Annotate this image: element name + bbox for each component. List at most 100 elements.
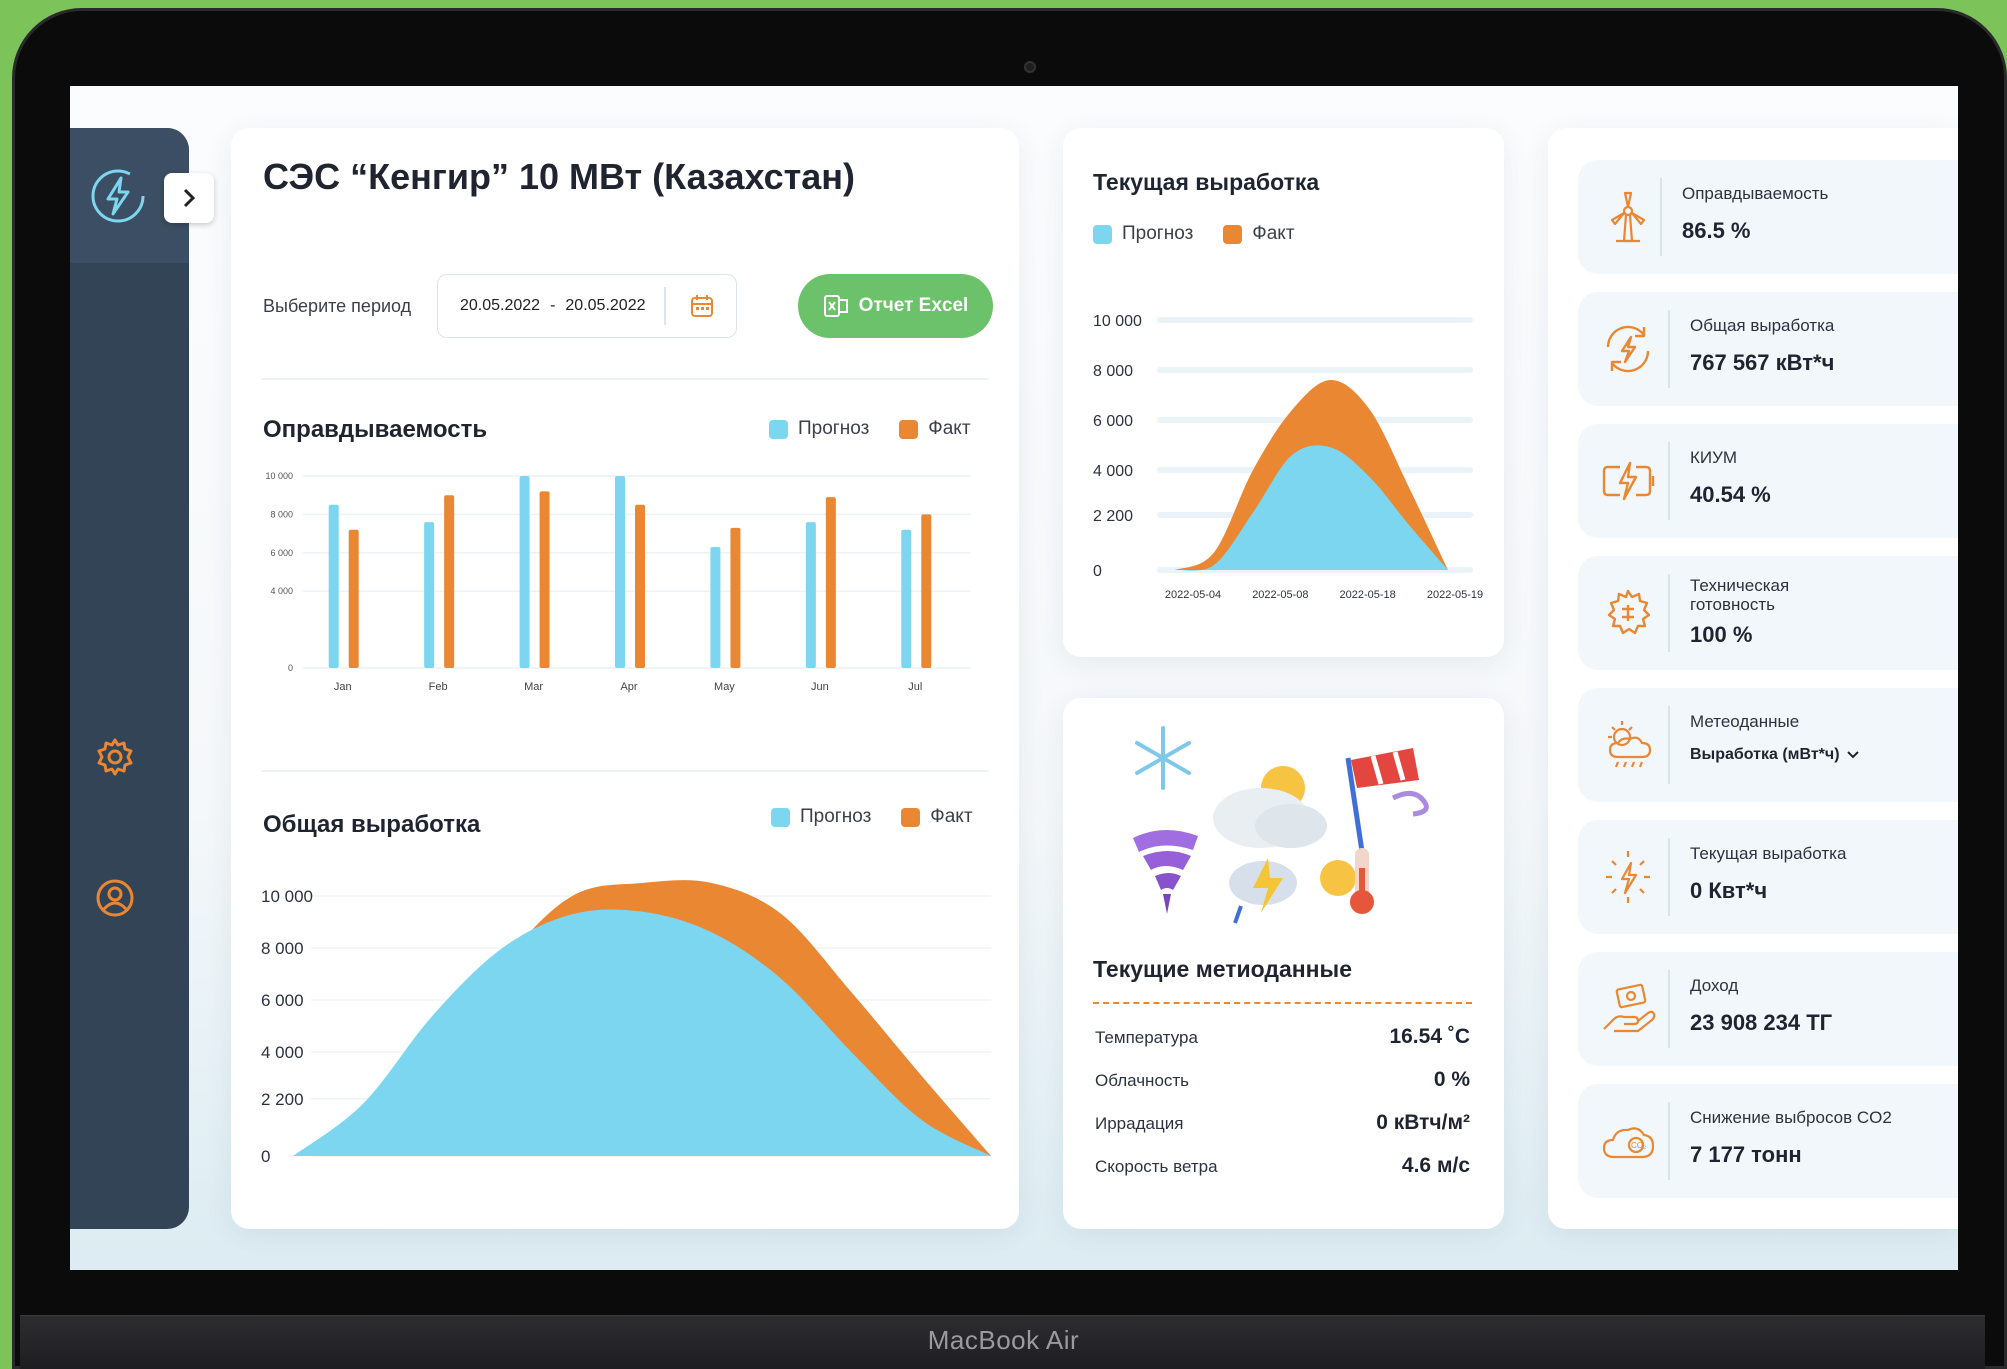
bar-fact[interactable] bbox=[348, 529, 359, 668]
bar-fact[interactable] bbox=[921, 514, 932, 668]
y-tick-label: 10 000 bbox=[265, 471, 293, 481]
date-from: 20.05.2022 bbox=[460, 297, 541, 314]
current-output-title: Текущая выработка bbox=[1093, 169, 1320, 195]
meteo-row-temperature: Температура 16.54 ˚C bbox=[1095, 1025, 1470, 1049]
meteo-value: 16.54 ˚C bbox=[1389, 1025, 1470, 1048]
meteo-dropdown-value: Выработка (мВт*ч) bbox=[1690, 746, 1840, 763]
bar-fact[interactable] bbox=[825, 497, 836, 668]
y-tick-label: 0 bbox=[261, 1147, 270, 1166]
x-tick-label: Feb bbox=[429, 681, 448, 693]
area-forecast bbox=[293, 909, 991, 1156]
lightning-logo-icon[interactable] bbox=[88, 166, 148, 226]
storm-cloud-icon bbox=[1229, 858, 1297, 924]
stat-label: Доход bbox=[1690, 976, 1739, 995]
period-label: Выберите период bbox=[263, 296, 412, 316]
y-tick-label: 10 000 bbox=[261, 887, 313, 906]
device-brand: MacBook Air bbox=[927, 1325, 1080, 1355]
meteo-row-wind-speed: Скорость ветра 4.6 м/с bbox=[1095, 1154, 1470, 1178]
stat-accuracy: Оправдываемость 86.5 % bbox=[1578, 160, 1958, 274]
current-output-legend: Прогноз Факт bbox=[1093, 223, 1295, 245]
wind-turbine-icon bbox=[1610, 191, 1646, 243]
bar-forecast[interactable] bbox=[424, 522, 435, 668]
y-tick-label: 6 000 bbox=[1093, 413, 1133, 430]
meteo-row-cloudiness: Облачность 0 % bbox=[1095, 1068, 1470, 1092]
stat-current-output: Текущая выработка 0 Квт*ч bbox=[1578, 820, 1958, 934]
bar-fact[interactable] bbox=[539, 491, 550, 668]
user-icon[interactable] bbox=[94, 877, 136, 919]
x-tick-label: Jan bbox=[334, 681, 352, 693]
stat-label: КИУМ bbox=[1690, 448, 1738, 467]
money-hand-icon bbox=[1603, 983, 1656, 1033]
legend-fact-label: Факт bbox=[928, 418, 971, 439]
accuracy-bar-chart: 0 4 000 6 000 8 000 10 000 Jan Feb Mar Apr May Jun… bbox=[265, 471, 971, 693]
bar-fact[interactable] bbox=[635, 504, 645, 668]
sidebar-expand-button[interactable] bbox=[164, 173, 214, 223]
grid-line bbox=[1157, 367, 1473, 373]
bar-fact[interactable] bbox=[730, 527, 741, 668]
chevron-down-icon bbox=[1846, 751, 1859, 759]
weather-icon bbox=[1608, 721, 1652, 768]
grid-line bbox=[1157, 317, 1473, 323]
app-screen: СЭС “Кенгир” 10 МВт (Казахстан) Выберите… bbox=[70, 86, 1958, 1270]
meteo-title: Текущие метиоданные bbox=[1093, 956, 1352, 982]
meteo-value: 0 % bbox=[1433, 1068, 1470, 1091]
legend-swatch-forecast bbox=[771, 807, 790, 827]
tornado-icon bbox=[1133, 829, 1198, 914]
chip-gear-icon bbox=[1607, 589, 1651, 635]
bar-forecast[interactable] bbox=[519, 476, 530, 668]
stat-tech-readiness: Техническая готовность 100 % bbox=[1578, 556, 1958, 670]
meteo-value: 4.6 м/с bbox=[1401, 1154, 1470, 1177]
stat-label: Техническая готовность bbox=[1690, 576, 1790, 614]
total-output-chart-title: Общая выработка bbox=[263, 811, 481, 838]
y-tick-label: 4 000 bbox=[1093, 463, 1133, 480]
accuracy-chart-legend: Прогноз Факт bbox=[769, 418, 971, 440]
sidebar bbox=[70, 128, 189, 1229]
bar-forecast[interactable] bbox=[901, 529, 912, 668]
stat-label: Текущая выработка bbox=[1690, 844, 1847, 863]
x-tick-label: Mar bbox=[524, 681, 543, 693]
date-separator: - bbox=[550, 297, 556, 314]
total-output-area-chart: 0 2 200 4 000 6 000 8 000 10 000 bbox=[261, 880, 991, 1166]
page-title: СЭС “Кенгир” 10 МВт (Казахстан) bbox=[263, 156, 856, 197]
stat-meteo: Метеоданные Выработка (мВт*ч) bbox=[1578, 688, 1958, 802]
stat-value: 100 % bbox=[1690, 622, 1753, 647]
y-tick-label: 8 000 bbox=[270, 509, 293, 519]
legend-forecast-label: Прогноз bbox=[1122, 223, 1194, 244]
bar-forecast[interactable] bbox=[328, 504, 339, 668]
legend-fact-label: Факт bbox=[930, 806, 973, 827]
bar-forecast[interactable] bbox=[615, 476, 625, 668]
y-tick-label: 8 000 bbox=[261, 939, 304, 958]
date-range-picker[interactable]: 20.05.2022 - 20.05.2022 bbox=[437, 274, 737, 338]
bar-forecast[interactable] bbox=[805, 522, 816, 668]
legend-swatch-fact bbox=[899, 419, 919, 439]
stat-label: Общая выработка bbox=[1690, 316, 1835, 335]
y-tick-label: 10 000 bbox=[1093, 313, 1142, 330]
date-to: 20.05.2022 bbox=[565, 297, 646, 314]
calendar-icon[interactable] bbox=[690, 294, 714, 318]
bar-forecast[interactable] bbox=[710, 547, 721, 668]
bar-fact[interactable] bbox=[444, 495, 455, 668]
meteo-label: Температура bbox=[1095, 1028, 1198, 1047]
current-output-panel: Текущая выработка Прогноз Факт 0 2 200 4 0… bbox=[1063, 128, 1504, 657]
excel-report-button[interactable]: Отчет Excel bbox=[798, 274, 993, 338]
sparkle-bolt-icon bbox=[1606, 851, 1650, 903]
battery-bolt-icon bbox=[1602, 461, 1655, 501]
co2-cloud-icon: CO₂ bbox=[1602, 1127, 1655, 1159]
legend-swatch-fact bbox=[901, 807, 921, 827]
y-tick-label: 6 000 bbox=[261, 991, 304, 1010]
meteo-dropdown[interactable]: Выработка (мВт*ч) bbox=[1690, 746, 1860, 764]
meteo-row-irradiation: Иррадация 0 кВтч/м² bbox=[1095, 1111, 1470, 1135]
x-tick-label: 2022-05-04 bbox=[1165, 589, 1221, 601]
stat-label: Метеоданные bbox=[1690, 712, 1800, 731]
energy-cycle-icon bbox=[1606, 325, 1650, 373]
legend-swatch-forecast bbox=[1093, 224, 1112, 244]
legend-forecast-label: Прогноз bbox=[800, 806, 872, 827]
thermometer-sun-icon bbox=[1320, 848, 1374, 914]
camera bbox=[1024, 61, 1036, 73]
legend-forecast-label: Прогноз bbox=[798, 418, 870, 439]
excel-icon bbox=[823, 295, 848, 317]
legend-swatch-fact bbox=[1223, 224, 1243, 244]
stat-label: Снижение выбросов CO2 bbox=[1690, 1108, 1892, 1127]
gear-icon[interactable] bbox=[94, 736, 136, 778]
legend-swatch-forecast bbox=[769, 419, 788, 439]
